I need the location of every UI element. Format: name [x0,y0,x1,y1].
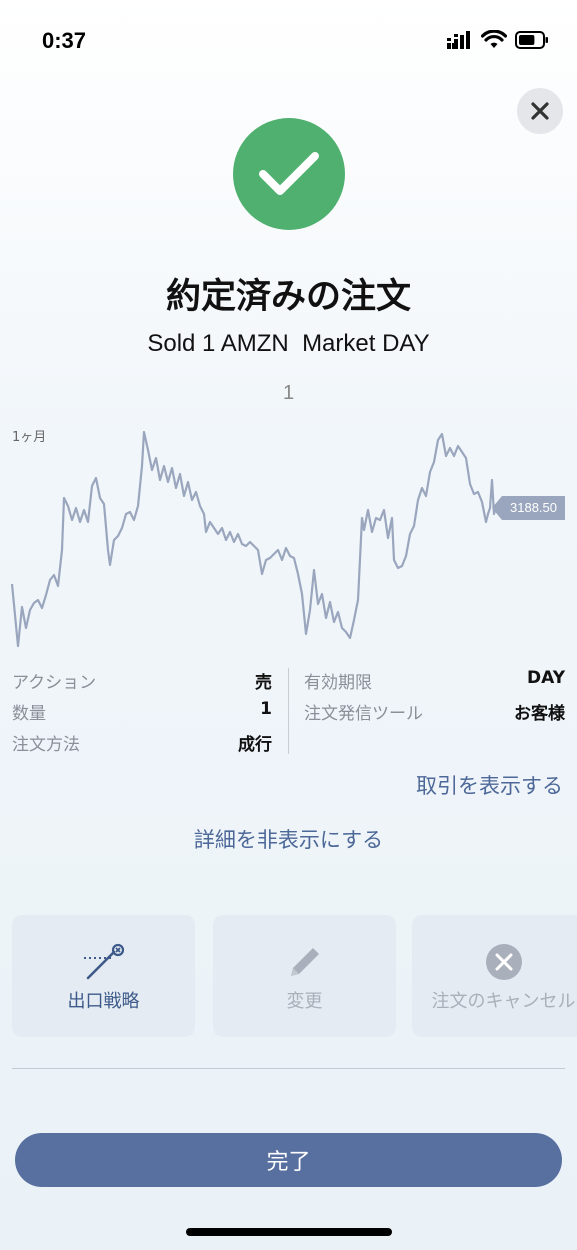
details-right-column: 有効期限 DAY 注文発信ツール お客様 [304,668,565,730]
exit-strategy-button[interactable]: 出口戦略 [12,915,195,1037]
success-checkmark [233,118,345,230]
section-divider [12,1068,565,1069]
signal-icon [447,31,470,49]
close-button[interactable] [517,88,563,134]
action-label: 出口戦略 [67,991,140,1012]
home-indicator [186,1228,392,1236]
status-time: 0:37 [42,28,87,53]
detail-key: 注文発信ツール [304,704,423,724]
current-price-tag: 3188.50 [492,496,565,520]
action-label: 変更 [286,991,323,1012]
order-summary: Sold 1 AMZN Market DAY [147,330,430,357]
chart-counter: 1 [282,382,295,404]
page-title: 約定済みの注文 [165,277,411,317]
detail-row-quantity: 数量 1 [12,699,272,730]
status-icons [447,30,549,50]
close-icon [531,102,549,120]
status-bar: 0:37 [0,0,577,80]
pencil-icon [290,948,319,976]
detail-value: 成行 [238,735,272,755]
action-label: 注文のキャンセル [431,991,576,1012]
cancel-circle-icon [485,944,522,980]
order-details: アクション 売 数量 1 注文方法 成行 有効期限 DAY 注文発信ツール お客… [12,668,565,758]
detail-value: 1 [260,699,272,719]
detail-key: 数量 [12,704,46,724]
price-chart [10,430,501,648]
detail-row-source: 注文発信ツール お客様 [304,699,565,730]
detail-row-action: アクション 売 [12,668,272,699]
detail-value: 売 [255,673,272,693]
modify-button[interactable]: 変更 [213,915,396,1037]
show-trades-link[interactable]: 取引を表示する [416,770,563,800]
wifi-icon [481,30,507,48]
detail-key: アクション [12,673,97,693]
action-cards: 出口戦略 変更 注文のキャンセル [12,915,577,1039]
detail-value: DAY [527,668,565,688]
detail-value: お客様 [514,704,565,724]
checkmark-icon [259,152,319,195]
detail-row-order-type: 注文方法 成行 [12,730,272,761]
exit-strategy-icon [83,943,124,980]
battery-icon [515,31,548,49]
detail-row-expiry: 有効期限 DAY [304,668,565,699]
details-divider [288,668,289,754]
details-left-column: アクション 売 数量 1 注文方法 成行 [12,668,272,761]
detail-key: 有効期限 [304,673,372,693]
hide-details-link[interactable]: 詳細を非表示にする [0,824,577,854]
detail-key: 注文方法 [12,735,80,755]
cancel-order-button[interactable]: 注文のキャンセル [412,915,577,1037]
price-line [10,430,498,648]
done-button[interactable]: 完了 [15,1133,562,1187]
